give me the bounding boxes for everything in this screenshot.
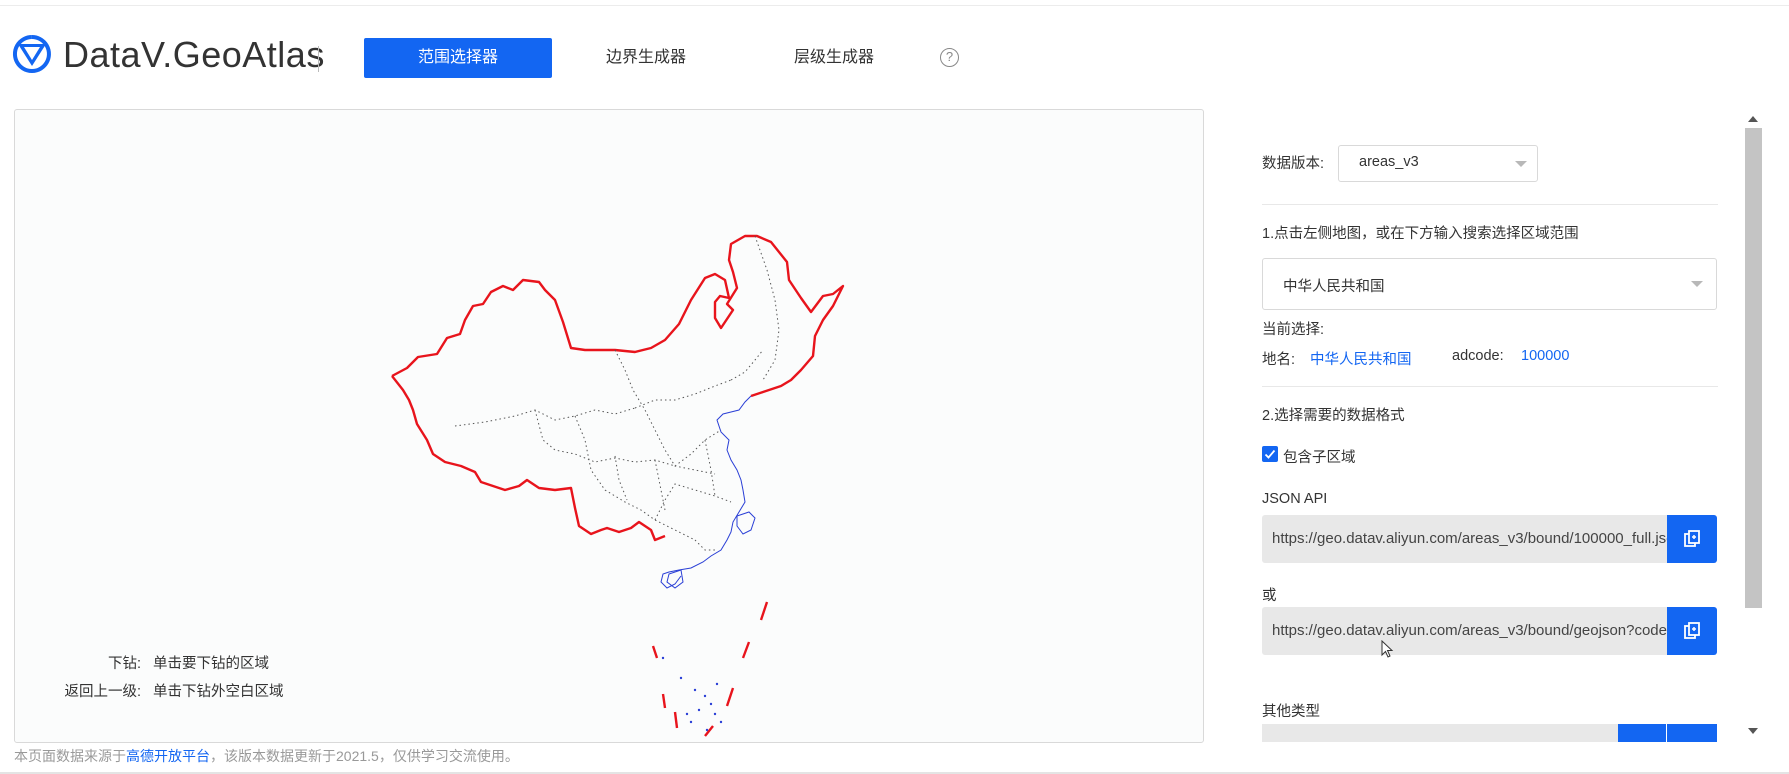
divider [1262, 204, 1718, 205]
divider [1262, 386, 1718, 387]
include-subregion-label[interactable]: 包含子区域 [1283, 446, 1356, 467]
adcode-label: adcode: [1452, 348, 1504, 364]
json-api-url-field[interactable]: https://geo.datav.aliyun.com/areas_v3/bo… [1262, 515, 1667, 563]
tab-hierarchy-generator[interactable]: 层级生成器 [740, 38, 928, 78]
source-suffix: ，该版本数据更新于2021.5，仅供学习交流使用。 [210, 748, 519, 764]
chevron-down-icon [1515, 161, 1527, 167]
map-panel[interactable]: 下钻: 单击要下钻的区域 返回上一级: 单击下钻外空白区域 [14, 109, 1204, 743]
datav-logo-icon [12, 34, 52, 74]
hint-drilldown: 下钻: 单击要下钻的区域 [15, 652, 269, 673]
other-type-button[interactable] [1618, 724, 1666, 742]
amap-link[interactable]: 高德开放平台 [126, 748, 210, 764]
region-value: 中华人民共和国 [1283, 279, 1385, 295]
json-api-label: JSON API [1262, 491, 1328, 507]
name-value[interactable]: 中华人民共和国 [1310, 348, 1412, 369]
chevron-down-icon [1691, 281, 1703, 287]
name-label: 地名: [1262, 352, 1296, 368]
hint-value: 单击要下钻的区域 [153, 656, 269, 672]
hint-key: 返回上一级: [64, 684, 141, 700]
include-subregion-checkbox[interactable] [1262, 446, 1278, 462]
other-types-label: 其他类型 [1262, 704, 1320, 720]
hint-key: 下钻: [107, 656, 141, 672]
region-search-select[interactable]: 中华人民共和国 [1262, 258, 1717, 310]
other-type-field[interactable] [1262, 724, 1618, 742]
top-border [0, 0, 1789, 6]
data-source-note: 本页面数据来源于高德开放平台，该版本数据更新于2021.5，仅供学习交流使用。 [14, 746, 519, 766]
version-label: 数据版本: [1262, 156, 1325, 172]
national-border [391, 234, 845, 398]
mouse-cursor-icon [1381, 640, 1394, 658]
version-select[interactable]: areas_v3 [1338, 145, 1538, 182]
hint-go-back: 返回上一级: 单击下钻外空白区域 [15, 680, 284, 701]
geojson-url-field[interactable]: https://geo.datav.aliyun.com/areas_v3/bo… [1262, 607, 1667, 655]
copy-json-api-button[interactable] [1667, 515, 1717, 563]
hint-value: 单击下钻外空白区域 [153, 684, 284, 700]
or-label: 或 [1262, 588, 1277, 604]
tab-range-selector[interactable]: 范围选择器 [364, 38, 552, 78]
other-type-copy-button[interactable] [1667, 724, 1717, 742]
adcode-value[interactable]: 100000 [1521, 348, 1569, 364]
coastline [660, 395, 752, 589]
china-map[interactable] [15, 110, 1203, 742]
copy-icon [1684, 622, 1700, 639]
source-prefix: 本页面数据来源于 [14, 748, 126, 764]
step1-label: 1.点击左侧地图，或在下方输入搜索选择区域范围 [1262, 226, 1579, 242]
scrollbar-thumb[interactable] [1745, 128, 1762, 608]
copy-icon [1684, 530, 1700, 547]
help-icon[interactable]: ? [940, 48, 959, 67]
version-value: areas_v3 [1359, 154, 1419, 170]
check-icon [1264, 449, 1276, 459]
current-selection-label: 当前选择: [1262, 322, 1325, 338]
scroll-up-arrow[interactable] [1748, 116, 1758, 122]
copy-geojson-button[interactable] [1667, 607, 1717, 655]
brand-title: DataV.GeoAtlas [63, 34, 325, 75]
brand-divider [318, 46, 319, 72]
scroll-down-arrow[interactable] [1748, 728, 1758, 734]
step2-label: 2.选择需要的数据格式 [1262, 408, 1405, 424]
tab-boundary-generator[interactable]: 边界生成器 [552, 38, 740, 78]
